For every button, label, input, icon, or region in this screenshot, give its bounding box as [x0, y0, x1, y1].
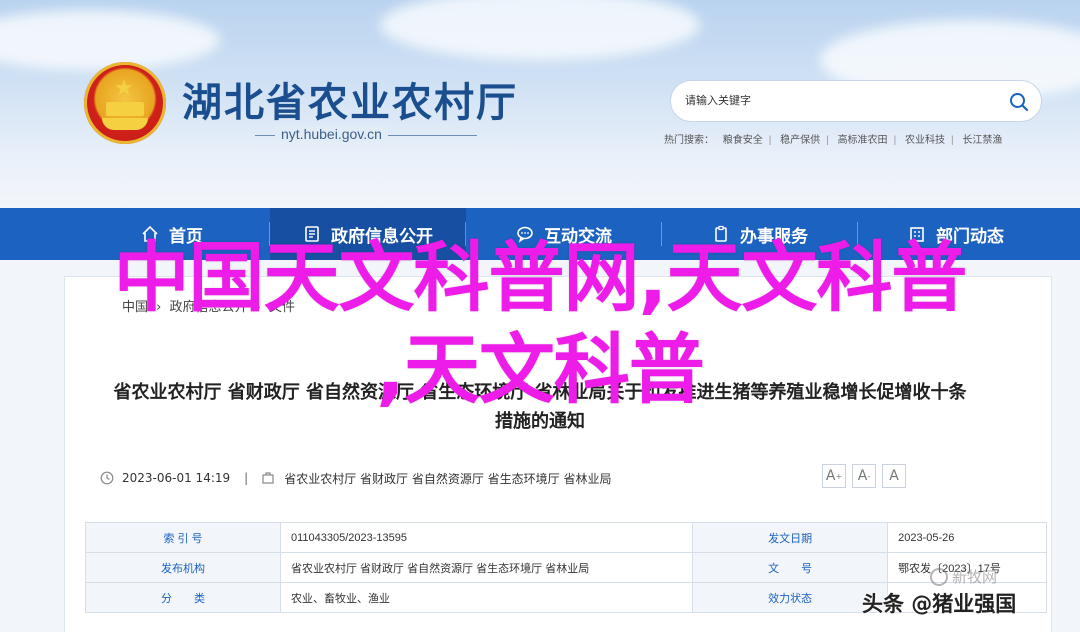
national-emblem-logo[interactable]: ★ [84, 62, 166, 144]
font-increase-button[interactable]: A + [822, 464, 846, 488]
table-label: 发文日期 [692, 522, 889, 553]
site-url: nyt.hubei.gov.cn [275, 126, 388, 142]
overlay-headline: 中国天文科普网,天文科普 ,天文科普 [8, 232, 1072, 416]
cloud-decoration [380, 0, 700, 60]
table-value: 011043305/2023-13595 [279, 522, 694, 553]
table-label: 索 引 号 [85, 522, 281, 553]
hot-search-item[interactable]: 长江禁渔 [962, 135, 1002, 146]
table-label: 发布机构 [85, 552, 281, 583]
meta-separator: | [244, 471, 249, 485]
table-label: 文 号 [692, 552, 889, 583]
star-icon: ★ [114, 76, 134, 101]
search-icon[interactable] [1009, 92, 1029, 112]
gear-shape [102, 118, 148, 130]
site-header: ★ 湖北省农业农村厅 nyt.hubei.gov.cn 热门搜索： 粮食安全| … [0, 0, 1080, 208]
table-label: 效力状态 [692, 582, 889, 613]
table-row: 发布机构 省农业农村厅 省财政厅 省自然资源厅 省生态环境厅 省林业局 文 号 … [85, 552, 1047, 583]
cloud-decoration [0, 10, 220, 70]
hot-search-item[interactable]: 高标准农田 [838, 135, 888, 146]
publish-date: 2023-06-01 14:19 [122, 471, 231, 485]
clock-icon [100, 471, 114, 485]
watermark: 新牧网 [930, 566, 997, 587]
source-tag: 头条 @猪业强国 [862, 592, 1017, 616]
table-value: 2023-05-26 [887, 522, 1047, 553]
font-decrease-button[interactable]: A- [852, 464, 876, 488]
search-box [670, 80, 1042, 122]
hot-search-item[interactable]: 粮食安全 [723, 135, 763, 146]
hot-search-label: 热门搜索： [664, 135, 714, 146]
table-label: 分 类 [85, 582, 281, 613]
font-size-controls: A + A- A [822, 464, 906, 488]
table-row: 索 引 号 011043305/2023-13595 发文日期 2023-05-… [85, 522, 1047, 553]
publishers: 省农业农村厅 省财政厅 省自然资源厅 省生态环境厅 省林业局 [284, 471, 612, 486]
organization-icon [262, 472, 274, 484]
overlay-line: 中国天文科普网,天文科普 [113, 233, 968, 322]
table-value: 省农业农村厅 省财政厅 省自然资源厅 省生态环境厅 省林业局 [279, 552, 694, 583]
overlay-line: ,天文科普 [376, 325, 705, 414]
hot-search-bar: 热门搜索： 粮食安全 | 稳产保供 | 高标准农田 | 农业科技 | 长江禁渔 [664, 135, 1003, 146]
tiananmen-shape [106, 102, 144, 116]
table-value: 农业、畜牧业、渔业 [279, 582, 694, 613]
search-input[interactable] [685, 91, 985, 111]
hot-search-item[interactable]: 农业科技 [905, 135, 945, 146]
watermark-logo-icon [930, 567, 948, 586]
font-reset-button[interactable]: A [882, 464, 906, 488]
hot-search-item[interactable]: 稳产保供 [780, 135, 820, 146]
watermark-text: 新牧网 [952, 568, 998, 586]
site-title[interactable]: 湖北省农业农村厅 [182, 70, 518, 128]
